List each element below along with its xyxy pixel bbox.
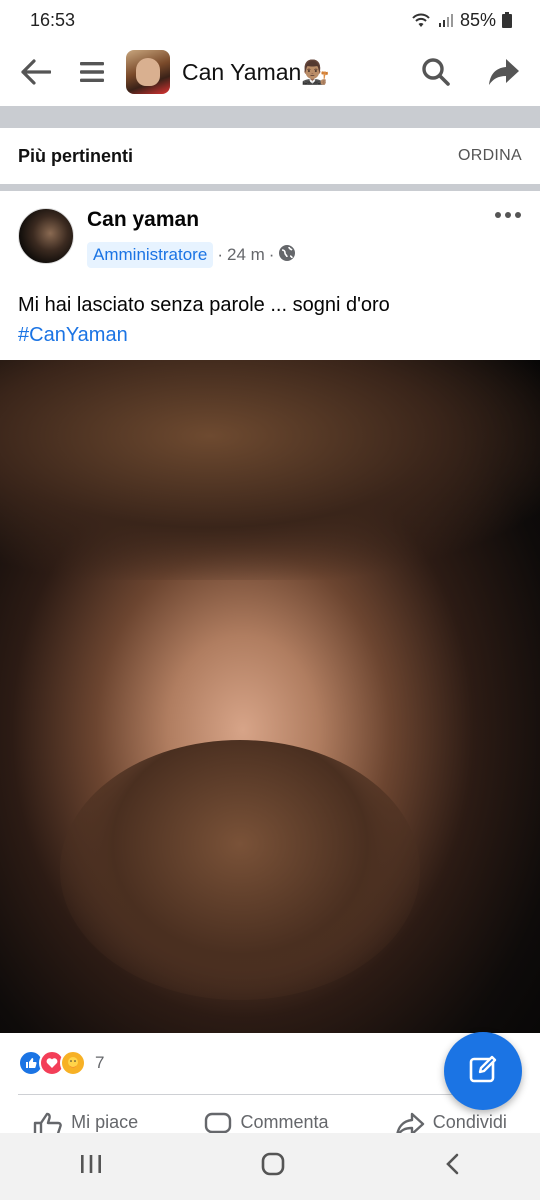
share-label: Condividi — [432, 1112, 507, 1132]
menu-icon[interactable] — [72, 52, 112, 92]
author-avatar[interactable] — [18, 208, 74, 264]
signal-icon — [438, 12, 454, 28]
comment-label: Commenta — [240, 1112, 329, 1132]
battery-icon — [502, 12, 512, 28]
post-time[interactable]: 24 m — [227, 245, 265, 265]
edit-icon — [468, 1054, 498, 1089]
more-options-icon[interactable] — [494, 206, 526, 230]
share-button[interactable]: Condividi — [395, 1108, 507, 1134]
author-block: Can yaman Amministratore · 24 m · — [87, 208, 296, 278]
home-icon[interactable] — [260, 1151, 286, 1182]
group-avatar[interactable] — [126, 50, 170, 94]
back-arrow-icon[interactable] — [16, 52, 56, 92]
post-body: Mi hai lasciato senza parole ... sogni d… — [18, 294, 390, 316]
status-icons: 85% — [410, 10, 512, 31]
reaction-summary[interactable]: 7 — [18, 1050, 104, 1076]
share-icon[interactable] — [484, 52, 524, 92]
compose-post-button[interactable] — [444, 1032, 522, 1110]
meta-dot: · — [268, 245, 275, 264]
photo-hair-region — [0, 360, 540, 580]
system-back-icon[interactable] — [443, 1152, 461, 1181]
share-arrow-icon — [395, 1112, 425, 1134]
section-divider — [0, 106, 540, 128]
author-name[interactable]: Can yaman — [87, 208, 296, 232]
hashtag-link[interactable]: #CanYaman — [18, 320, 522, 350]
post-meta: Amministratore · 24 m · — [87, 242, 296, 268]
photo-beard-region — [60, 740, 420, 1000]
globe-icon — [278, 244, 296, 267]
section-divider — [0, 184, 540, 191]
comment-button[interactable]: Commenta — [204, 1108, 329, 1134]
sort-row: Più pertinenti ORDINA — [0, 128, 540, 184]
system-nav-bar — [0, 1133, 540, 1200]
wifi-icon — [410, 11, 432, 29]
battery-percent: 85% — [459, 9, 496, 30]
search-icon[interactable] — [416, 52, 456, 92]
sort-title: Più pertinenti — [18, 145, 134, 166]
post-header: Can yaman Amministratore · 24 m · — [18, 198, 526, 278]
role-badge: Amministratore — [87, 242, 214, 268]
like-label: Mi piace — [71, 1112, 139, 1132]
reaction-count: 7 — [95, 1053, 105, 1072]
recent-apps-icon[interactable] — [79, 1153, 103, 1180]
post-actions: Mi piace Commenta Condividi — [0, 1108, 540, 1134]
status-bar: 16:53 85% — [0, 0, 540, 40]
group-title[interactable]: Can Yaman👨🏽‍⚖️ — [182, 59, 330, 86]
like-button[interactable]: Mi piace — [33, 1108, 138, 1134]
status-time: 16:53 — [30, 9, 76, 30]
post-text: Mi hai lasciato senza parole ... sogni d… — [18, 290, 522, 350]
meta-dot: · — [217, 245, 223, 264]
reactions-divider — [18, 1094, 494, 1095]
sort-button[interactable]: ORDINA — [458, 147, 522, 165]
comment-icon — [204, 1112, 232, 1134]
thumbs-up-icon — [33, 1112, 63, 1134]
group-header: Can Yaman👨🏽‍⚖️ — [0, 40, 540, 104]
care-icon — [60, 1050, 86, 1076]
post-photo[interactable] — [0, 360, 540, 1033]
